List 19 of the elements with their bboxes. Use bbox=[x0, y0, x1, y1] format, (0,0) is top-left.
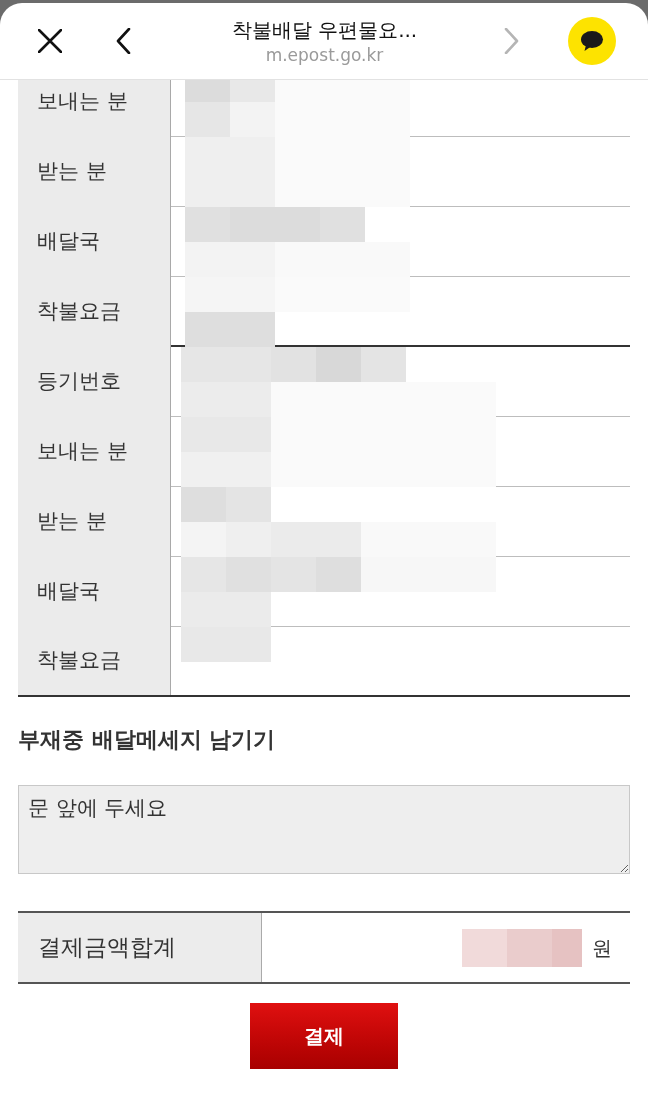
chat-bubble-icon[interactable] bbox=[568, 17, 616, 65]
total-label-cell: 결제금액합계 bbox=[18, 913, 262, 982]
row-label-cell: 착불요금 bbox=[18, 277, 171, 347]
row-label-cell: 배달국 bbox=[18, 207, 171, 277]
row-label-cell: 보내는 분 bbox=[18, 80, 171, 137]
section-title: 부재중 배달메세지 남기기 bbox=[18, 726, 277, 754]
row-label-cell: 받는 분 bbox=[18, 487, 171, 557]
row-label-cell: 등기번호 bbox=[18, 347, 171, 417]
row-label-cell: 착불요금 bbox=[18, 627, 171, 695]
row-label-cell: 받는 분 bbox=[18, 137, 171, 207]
message-field[interactable]: 문 앞에 두세요 bbox=[18, 785, 630, 874]
currency-unit: 원 bbox=[592, 934, 612, 962]
row-label-cell: 보내는 분 bbox=[18, 417, 171, 487]
pay-button[interactable]: 결제 bbox=[250, 1003, 398, 1069]
close-icon[interactable] bbox=[38, 29, 62, 53]
row-label-cell: 배달국 bbox=[18, 557, 171, 627]
page-url: m.epost.go.kr bbox=[265, 44, 384, 66]
page-title: 착불배달 우편물요... bbox=[231, 17, 418, 44]
back-icon[interactable] bbox=[116, 28, 131, 54]
